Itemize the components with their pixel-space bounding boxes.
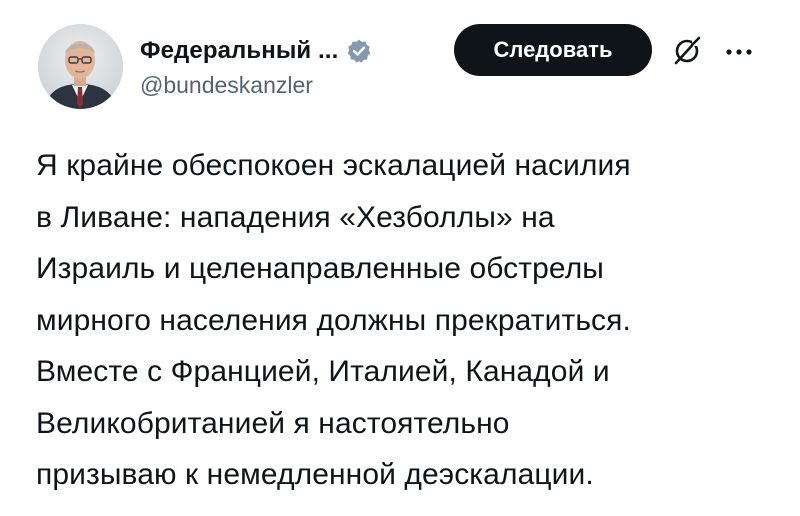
tweet-text-line: мирного населения должны прекратиться. bbox=[36, 303, 631, 337]
tweet-text-line: Израиль и целенаправленные обстрелы bbox=[36, 252, 604, 285]
tweet-text-line: призываю к немедленной деэскалации. bbox=[36, 458, 594, 491]
tweet-text-line: Я крайне обеспокоен эскалацией насилия bbox=[36, 149, 631, 182]
more-dots-icon[interactable] bbox=[722, 36, 756, 66]
author-name-row: Федеральный ... bbox=[140, 34, 372, 68]
tweet-text-line: в Ливане: нападения «Хезболлы» на bbox=[36, 200, 555, 234]
tweet-text-line: Великобританией я настоятельно bbox=[36, 406, 510, 440]
verified-badge-icon bbox=[347, 39, 371, 63]
tweet-text-line: Вместе с Францией, Италией, Канадой и bbox=[36, 355, 610, 388]
grok-slash-icon[interactable] bbox=[672, 36, 702, 66]
follow-button[interactable]: Следовать bbox=[454, 24, 652, 76]
tweet-card: Федеральный ... @bundeskanzler Следовать… bbox=[0, 0, 800, 516]
tweet-header: Федеральный ... @bundeskanzler Следовать bbox=[38, 24, 778, 114]
avatar[interactable] bbox=[38, 24, 123, 109]
author-handle[interactable]: @bundeskanzler bbox=[140, 72, 372, 99]
author-info: Федеральный ... @bundeskanzler bbox=[140, 34, 372, 99]
author-display-name[interactable]: Федеральный ... bbox=[140, 37, 338, 65]
portrait-photo-icon bbox=[38, 24, 123, 109]
tweet-text: Я крайне обеспокоен эскалацией насилия в… bbox=[36, 140, 776, 501]
